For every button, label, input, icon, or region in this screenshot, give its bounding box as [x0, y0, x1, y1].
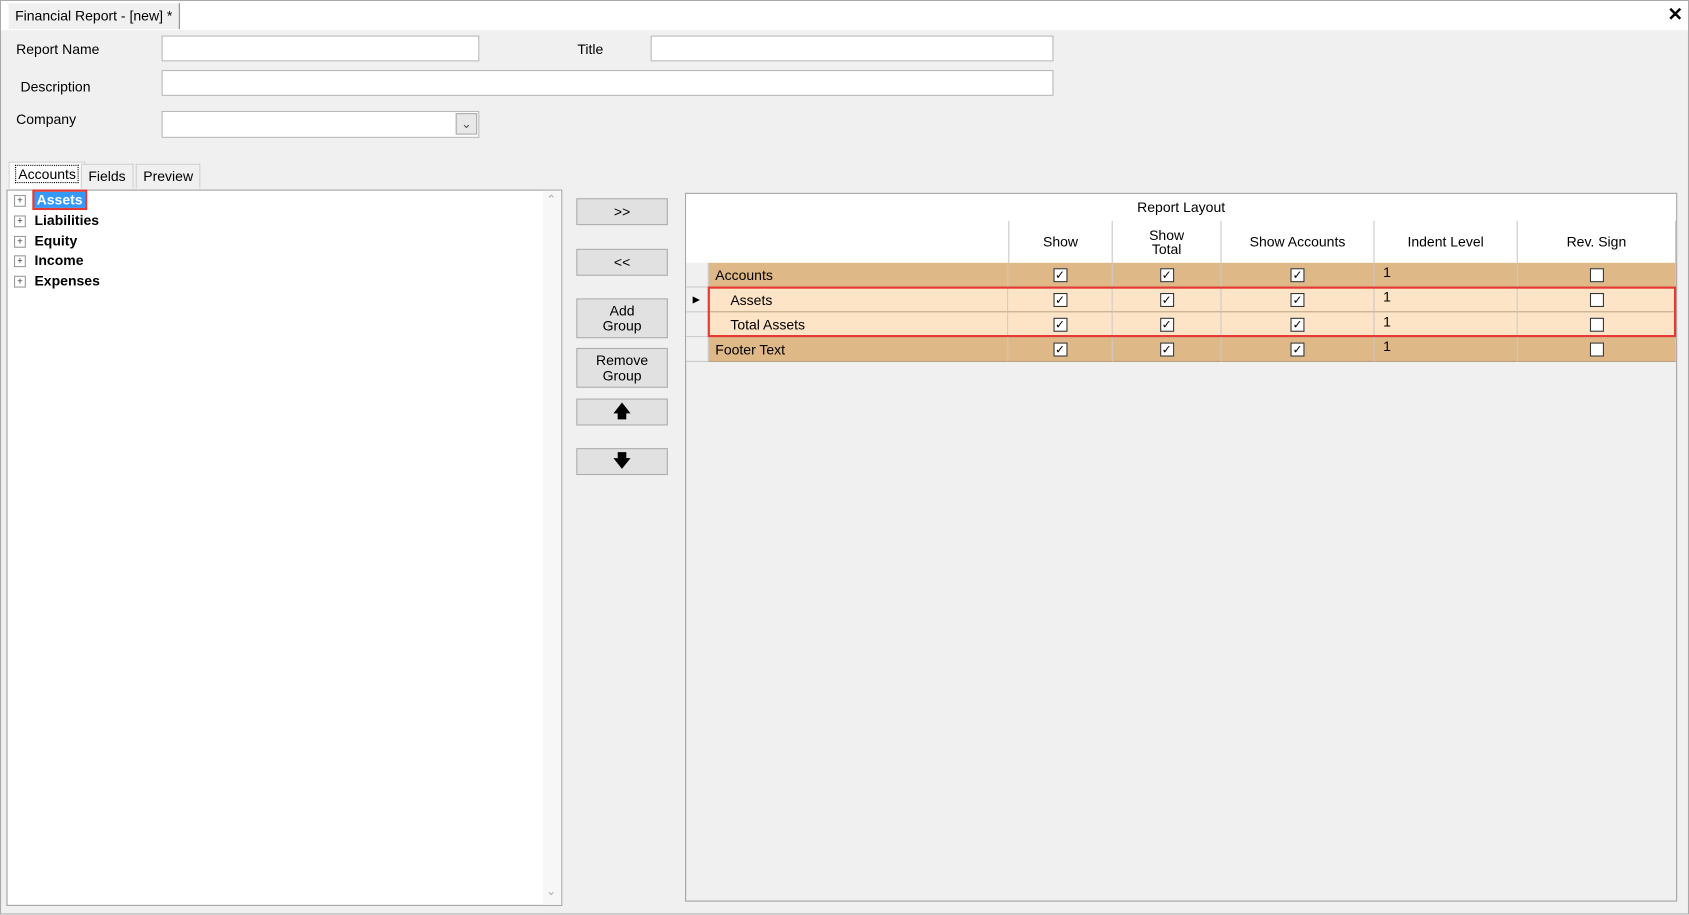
grid-header: Report Layout Show Show Total Show Account…	[686, 193, 1677, 263]
row-header[interactable]	[686, 312, 709, 338]
tab-preview[interactable]: Preview	[135, 163, 201, 189]
column-header[interactable]: Show	[1008, 220, 1113, 263]
column-header[interactable]: Indent Level	[1375, 220, 1518, 263]
expand-icon[interactable]: +	[14, 215, 26, 228]
tab-fields[interactable]: Fields	[80, 163, 134, 189]
report-name-label: Report Name	[16, 40, 100, 58]
description-input[interactable]	[161, 70, 1054, 96]
show-total-cell[interactable]: ✓	[1112, 337, 1222, 362]
tab-accounts[interactable]: Accounts	[8, 161, 86, 189]
accounts-tree: + Assets + Liabilities + Equity + Income + Ex…	[6, 189, 563, 906]
remove-group-button[interactable]: Remove Group	[576, 347, 668, 388]
document-tab[interactable]: Financial Report - [new] *	[8, 3, 180, 30]
tree-node-equity[interactable]: + Equity	[14, 233, 77, 252]
row-header[interactable]: ▶	[686, 287, 709, 313]
show-accounts-cell[interactable]: ✓	[1221, 337, 1375, 362]
tree-scrollbar[interactable]: ⌃ ⌄	[542, 190, 562, 905]
show-total-cell[interactable]: ✓	[1112, 262, 1222, 288]
report-layout-grid: Report Layout Show Show Total Show Account…	[685, 192, 1678, 902]
report-name-input[interactable]	[161, 35, 480, 62]
table-row[interactable]: Accounts ✓ ✓ ✓ 1	[686, 262, 1677, 288]
show-accounts-cell[interactable]: ✓	[1221, 262, 1375, 288]
column-header[interactable]: Rev. Sign	[1518, 220, 1677, 263]
description-label: Description	[20, 78, 91, 95]
grid-caption: Report Layout	[1137, 199, 1226, 216]
row-name[interactable]: Accounts	[708, 262, 1009, 288]
remove-button[interactable]: <<	[576, 248, 668, 276]
checkbox[interactable]	[1589, 342, 1604, 357]
title-bar	[1, 1, 1688, 31]
tree-node-liabilities[interactable]: + Liabilities	[14, 212, 99, 231]
checkbox[interactable]: ✓	[1290, 342, 1305, 357]
chevron-down-icon[interactable]: ⌄	[455, 113, 478, 135]
column-header[interactable]: Show Accounts	[1222, 220, 1375, 263]
expand-icon[interactable]: +	[14, 235, 26, 248]
expand-icon[interactable]: +	[14, 255, 26, 268]
add-button[interactable]: >>	[576, 198, 668, 226]
title-label: Title	[577, 40, 604, 58]
show-cell[interactable]: ✓	[1008, 262, 1113, 288]
table-row[interactable]: Footer Text ✓ ✓ ✓ 1	[686, 337, 1677, 362]
add-group-button[interactable]: Add Group	[576, 298, 668, 339]
tree-node-income[interactable]: + Income	[14, 252, 83, 271]
checkbox[interactable]: ✓	[1159, 267, 1174, 282]
scroll-down-icon[interactable]: ⌄	[546, 884, 556, 898]
indent-level-cell[interactable]: 1	[1374, 337, 1518, 362]
move-up-button[interactable]: 🡅	[576, 398, 668, 426]
close-icon[interactable]: ✕	[1668, 4, 1683, 26]
row-header[interactable]	[686, 262, 709, 288]
current-row-icon: ▶	[692, 293, 701, 305]
arrow-down-icon: 🡇	[613, 451, 631, 471]
rev-sign-cell[interactable]	[1517, 337, 1677, 362]
highlight-box	[707, 286, 1677, 338]
checkbox[interactable]: ✓	[1052, 267, 1067, 282]
checkbox[interactable]: ✓	[1159, 342, 1174, 357]
checkbox[interactable]: ✓	[1052, 342, 1067, 357]
scroll-up-icon[interactable]: ⌃	[546, 193, 556, 207]
row-header[interactable]	[686, 337, 709, 362]
rev-sign-cell[interactable]	[1517, 262, 1677, 288]
show-cell[interactable]: ✓	[1008, 337, 1113, 362]
tree-node-expenses[interactable]: + Expenses	[14, 273, 100, 292]
tree-node-assets[interactable]: + Assets	[14, 189, 87, 211]
column-header[interactable]: Show Total	[1113, 220, 1222, 263]
company-select[interactable]: ⌄	[161, 110, 480, 138]
row-name[interactable]: Footer Text	[708, 337, 1009, 362]
move-down-button[interactable]: 🡇	[576, 448, 668, 476]
title-input[interactable]	[650, 35, 1054, 62]
arrow-up-icon: 🡅	[613, 402, 631, 421]
company-label: Company	[16, 110, 77, 128]
checkbox[interactable]	[1589, 267, 1604, 282]
checkbox[interactable]: ✓	[1290, 267, 1305, 282]
expand-icon[interactable]: +	[14, 275, 26, 288]
indent-level-cell[interactable]: 1	[1374, 262, 1518, 288]
expand-icon[interactable]: +	[14, 195, 26, 207]
